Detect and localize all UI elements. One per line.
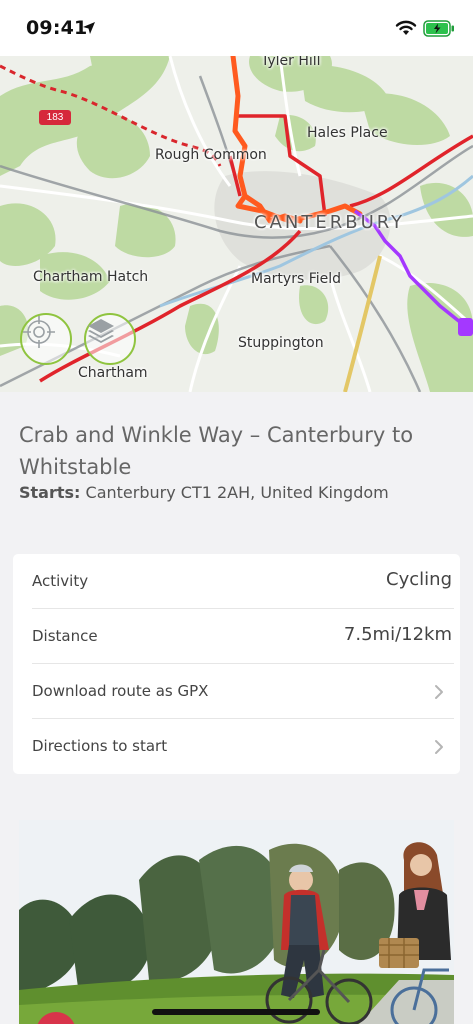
route-info-card: Activity Cycling Distance 7.5mi/12km Dow… — [13, 554, 460, 774]
status-bar: 09:41 — [0, 0, 473, 56]
directions-label: Directions to start — [32, 737, 168, 755]
chevron-right-icon — [435, 740, 443, 754]
activity-label: Activity — [32, 572, 89, 590]
directions-row[interactable]: Directions to start — [32, 719, 454, 774]
activity-value: Cycling — [386, 569, 452, 590]
map-label-rough-common: Rough Common — [155, 147, 267, 163]
layers-icon — [88, 319, 114, 343]
battery-icon — [423, 20, 454, 37]
distance-value: 7.5mi/12km — [343, 624, 452, 645]
route-map[interactable]: 183 Tyler Hill Hales Place Rough Common … — [0, 56, 473, 392]
map-label-chartham: Chartham — [78, 365, 148, 381]
map-label-martyrs-field: Martyrs Field — [251, 271, 342, 287]
map-label-chartham-hatch: Chartham Hatch — [33, 269, 149, 285]
route-title: Crab and Winkle Way – Canterbury to Whit… — [19, 423, 414, 479]
cyclists-photo — [19, 820, 454, 1024]
starts-label: Starts: — [19, 483, 81, 502]
route-start-location: Starts: Canterbury CT1 2AH, United Kingd… — [19, 483, 389, 502]
map-label-hales-place: Hales Place — [307, 125, 388, 141]
wifi-icon — [395, 20, 417, 35]
locate-me-button[interactable] — [20, 313, 72, 365]
route-photo — [19, 820, 454, 1024]
map-layers-button[interactable] — [84, 313, 136, 365]
crosshair-icon — [23, 316, 55, 348]
map-label-tyler-hill: Tyler Hill — [261, 56, 321, 69]
chevron-right-icon — [435, 685, 443, 699]
distance-label: Distance — [32, 627, 98, 645]
distance-row: Distance 7.5mi/12km — [32, 609, 454, 664]
starts-value: Canterbury CT1 2AH, United Kingdom — [85, 483, 389, 502]
download-gpx-label: Download route as GPX — [32, 682, 209, 700]
download-gpx-row[interactable]: Download route as GPX — [32, 664, 454, 719]
activity-row: Activity Cycling — [32, 554, 454, 609]
location-arrow-icon — [83, 22, 95, 34]
home-indicator — [152, 1009, 320, 1015]
map-label-canterbury: CANTERBURY — [254, 212, 406, 233]
map-label-stuppington: Stuppington — [238, 335, 324, 351]
road-number-badge: 183 — [39, 110, 71, 125]
status-time: 09:41 — [26, 17, 88, 39]
